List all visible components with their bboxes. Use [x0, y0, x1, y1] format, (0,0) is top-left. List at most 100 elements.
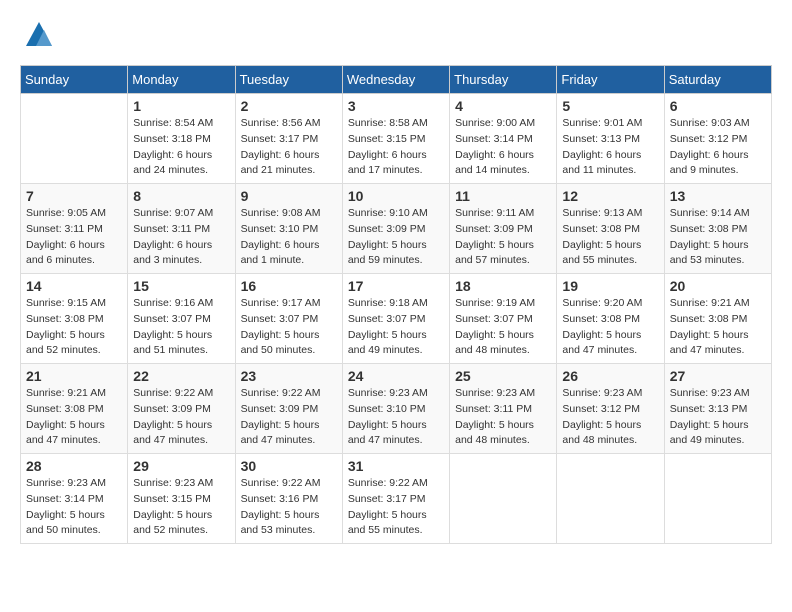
logo-icon	[24, 20, 54, 50]
day-number: 11	[455, 188, 551, 204]
day-number: 10	[348, 188, 444, 204]
calendar-cell: 11 Sunrise: 9:11 AM Sunset: 3:09 PM Dayli…	[450, 184, 557, 274]
calendar-cell: 22 Sunrise: 9:22 AM Sunset: 3:09 PM Dayli…	[128, 364, 235, 454]
calendar-cell: 17Sunrise: 9:18 AM Sunset: 3:07 PM Dayli…	[342, 274, 449, 364]
day-info: Sunrise: 9:01 AM Sunset: 3:13 PM Dayligh…	[562, 116, 658, 179]
day-info: Sunrise: 9:23 AM Sunset: 3:11 PM Dayligh…	[455, 386, 551, 449]
calendar-cell: 26 Sunrise: 9:23 AM Sunset: 3:12 PM Dayli…	[557, 364, 664, 454]
day-number: 18	[455, 278, 551, 294]
day-number: 8	[133, 188, 229, 204]
calendar-cell: 30Sunrise: 9:22 AM Sunset: 3:16 PM Dayli…	[235, 454, 342, 544]
day-info: Sunrise: 8:54 AM Sunset: 3:18 PM Dayligh…	[133, 116, 229, 179]
calendar-cell: 19 Sunrise: 9:20 AM Sunset: 3:08 PM Dayli…	[557, 274, 664, 364]
calendar-cell: 7Sunrise: 9:05 AM Sunset: 3:11 PM Daylig…	[21, 184, 128, 274]
week-row-4: 21 Sunrise: 9:21 AM Sunset: 3:08 PM Dayli…	[21, 364, 772, 454]
day-number: 14	[26, 278, 122, 294]
day-number: 1	[133, 98, 229, 114]
day-number: 19	[562, 278, 658, 294]
day-number: 16	[241, 278, 337, 294]
calendar-cell: 29 Sunrise: 9:23 AM Sunset: 3:15 PM Dayli…	[128, 454, 235, 544]
calendar-cell: 1 Sunrise: 8:54 AM Sunset: 3:18 PM Daylig…	[128, 94, 235, 184]
day-info: Sunrise: 9:23 AM Sunset: 3:15 PM Dayligh…	[133, 476, 229, 539]
day-info: Sunrise: 9:18 AM Sunset: 3:07 PM Dayligh…	[348, 296, 444, 359]
day-number: 29	[133, 458, 229, 474]
day-info: Sunrise: 9:21 AM Sunset: 3:08 PM Dayligh…	[26, 386, 122, 449]
calendar-cell	[21, 94, 128, 184]
day-number: 27	[670, 368, 766, 384]
day-number: 24	[348, 368, 444, 384]
day-number: 6	[670, 98, 766, 114]
day-info: Sunrise: 8:58 AM Sunset: 3:15 PM Dayligh…	[348, 116, 444, 179]
calendar-cell: 8 Sunrise: 9:07 AM Sunset: 3:11 PM Daylig…	[128, 184, 235, 274]
day-number: 31	[348, 458, 444, 474]
calendar-cell: 15 Sunrise: 9:16 AM Sunset: 3:07 PM Dayli…	[128, 274, 235, 364]
weekday-header-thursday: Thursday	[450, 66, 557, 94]
day-number: 4	[455, 98, 551, 114]
day-info: Sunrise: 9:21 AM Sunset: 3:08 PM Dayligh…	[670, 296, 766, 359]
calendar-cell: 16 Sunrise: 9:17 AM Sunset: 3:07 PM Dayli…	[235, 274, 342, 364]
day-number: 2	[241, 98, 337, 114]
day-info: Sunrise: 9:00 AM Sunset: 3:14 PM Dayligh…	[455, 116, 551, 179]
day-number: 26	[562, 368, 658, 384]
calendar-cell: 20 Sunrise: 9:21 AM Sunset: 3:08 PM Dayli…	[664, 274, 771, 364]
day-info: Sunrise: 9:17 AM Sunset: 3:07 PM Dayligh…	[241, 296, 337, 359]
week-row-5: 28 Sunrise: 9:23 AM Sunset: 3:14 PM Dayli…	[21, 454, 772, 544]
calendar-cell: 13Sunrise: 9:14 AM Sunset: 3:08 PM Dayli…	[664, 184, 771, 274]
calendar-cell	[450, 454, 557, 544]
day-info: Sunrise: 9:16 AM Sunset: 3:07 PM Dayligh…	[133, 296, 229, 359]
day-number: 28	[26, 458, 122, 474]
calendar-cell: 27 Sunrise: 9:23 AM Sunset: 3:13 PM Dayli…	[664, 364, 771, 454]
calendar-cell	[664, 454, 771, 544]
calendar-cell: 31 Sunrise: 9:22 AM Sunset: 3:17 PM Dayli…	[342, 454, 449, 544]
calendar-cell: 14Sunrise: 9:15 AM Sunset: 3:08 PM Dayli…	[21, 274, 128, 364]
day-number: 25	[455, 368, 551, 384]
day-info: Sunrise: 9:23 AM Sunset: 3:13 PM Dayligh…	[670, 386, 766, 449]
day-info: Sunrise: 9:22 AM Sunset: 3:09 PM Dayligh…	[133, 386, 229, 449]
day-info: Sunrise: 9:08 AM Sunset: 3:10 PM Dayligh…	[241, 206, 337, 269]
logo	[20, 20, 54, 55]
calendar-cell: 28 Sunrise: 9:23 AM Sunset: 3:14 PM Dayli…	[21, 454, 128, 544]
day-info: Sunrise: 9:20 AM Sunset: 3:08 PM Dayligh…	[562, 296, 658, 359]
week-row-3: 14Sunrise: 9:15 AM Sunset: 3:08 PM Dayli…	[21, 274, 772, 364]
day-info: Sunrise: 9:22 AM Sunset: 3:09 PM Dayligh…	[241, 386, 337, 449]
day-number: 9	[241, 188, 337, 204]
calendar-cell	[557, 454, 664, 544]
day-info: Sunrise: 9:22 AM Sunset: 3:17 PM Dayligh…	[348, 476, 444, 539]
calendar-cell: 6Sunrise: 9:03 AM Sunset: 3:12 PM Daylig…	[664, 94, 771, 184]
day-number: 30	[241, 458, 337, 474]
calendar-cell: 21 Sunrise: 9:21 AM Sunset: 3:08 PM Dayli…	[21, 364, 128, 454]
day-number: 3	[348, 98, 444, 114]
calendar-cell: 25 Sunrise: 9:23 AM Sunset: 3:11 PM Dayli…	[450, 364, 557, 454]
calendar-cell: 3 Sunrise: 8:58 AM Sunset: 3:15 PM Daylig…	[342, 94, 449, 184]
day-number: 23	[241, 368, 337, 384]
week-row-2: 7Sunrise: 9:05 AM Sunset: 3:11 PM Daylig…	[21, 184, 772, 274]
calendar-cell: 10 Sunrise: 9:10 AM Sunset: 3:09 PM Dayli…	[342, 184, 449, 274]
day-info: Sunrise: 9:23 AM Sunset: 3:10 PM Dayligh…	[348, 386, 444, 449]
day-number: 15	[133, 278, 229, 294]
calendar-cell: 12 Sunrise: 9:13 AM Sunset: 3:08 PM Dayli…	[557, 184, 664, 274]
weekday-header-saturday: Saturday	[664, 66, 771, 94]
calendar-cell: 24 Sunrise: 9:23 AM Sunset: 3:10 PM Dayli…	[342, 364, 449, 454]
day-info: Sunrise: 9:07 AM Sunset: 3:11 PM Dayligh…	[133, 206, 229, 269]
calendar-table: SundayMondayTuesdayWednesdayThursdayFrid…	[20, 65, 772, 544]
day-number: 12	[562, 188, 658, 204]
day-number: 21	[26, 368, 122, 384]
day-info: Sunrise: 9:11 AM Sunset: 3:09 PM Dayligh…	[455, 206, 551, 269]
day-info: Sunrise: 9:05 AM Sunset: 3:11 PM Dayligh…	[26, 206, 122, 269]
day-info: Sunrise: 9:14 AM Sunset: 3:08 PM Dayligh…	[670, 206, 766, 269]
day-info: Sunrise: 9:23 AM Sunset: 3:14 PM Dayligh…	[26, 476, 122, 539]
calendar-cell: 2 Sunrise: 8:56 AM Sunset: 3:17 PM Daylig…	[235, 94, 342, 184]
calendar-cell: 4 Sunrise: 9:00 AM Sunset: 3:14 PM Daylig…	[450, 94, 557, 184]
day-number: 20	[670, 278, 766, 294]
weekday-header-sunday: Sunday	[21, 66, 128, 94]
day-info: Sunrise: 9:23 AM Sunset: 3:12 PM Dayligh…	[562, 386, 658, 449]
weekday-header-row: SundayMondayTuesdayWednesdayThursdayFrid…	[21, 66, 772, 94]
weekday-header-monday: Monday	[128, 66, 235, 94]
weekday-header-wednesday: Wednesday	[342, 66, 449, 94]
day-info: Sunrise: 9:13 AM Sunset: 3:08 PM Dayligh…	[562, 206, 658, 269]
day-info: Sunrise: 9:10 AM Sunset: 3:09 PM Dayligh…	[348, 206, 444, 269]
day-number: 5	[562, 98, 658, 114]
day-number: 22	[133, 368, 229, 384]
calendar-cell: 23 Sunrise: 9:22 AM Sunset: 3:09 PM Dayli…	[235, 364, 342, 454]
day-info: Sunrise: 8:56 AM Sunset: 3:17 PM Dayligh…	[241, 116, 337, 179]
